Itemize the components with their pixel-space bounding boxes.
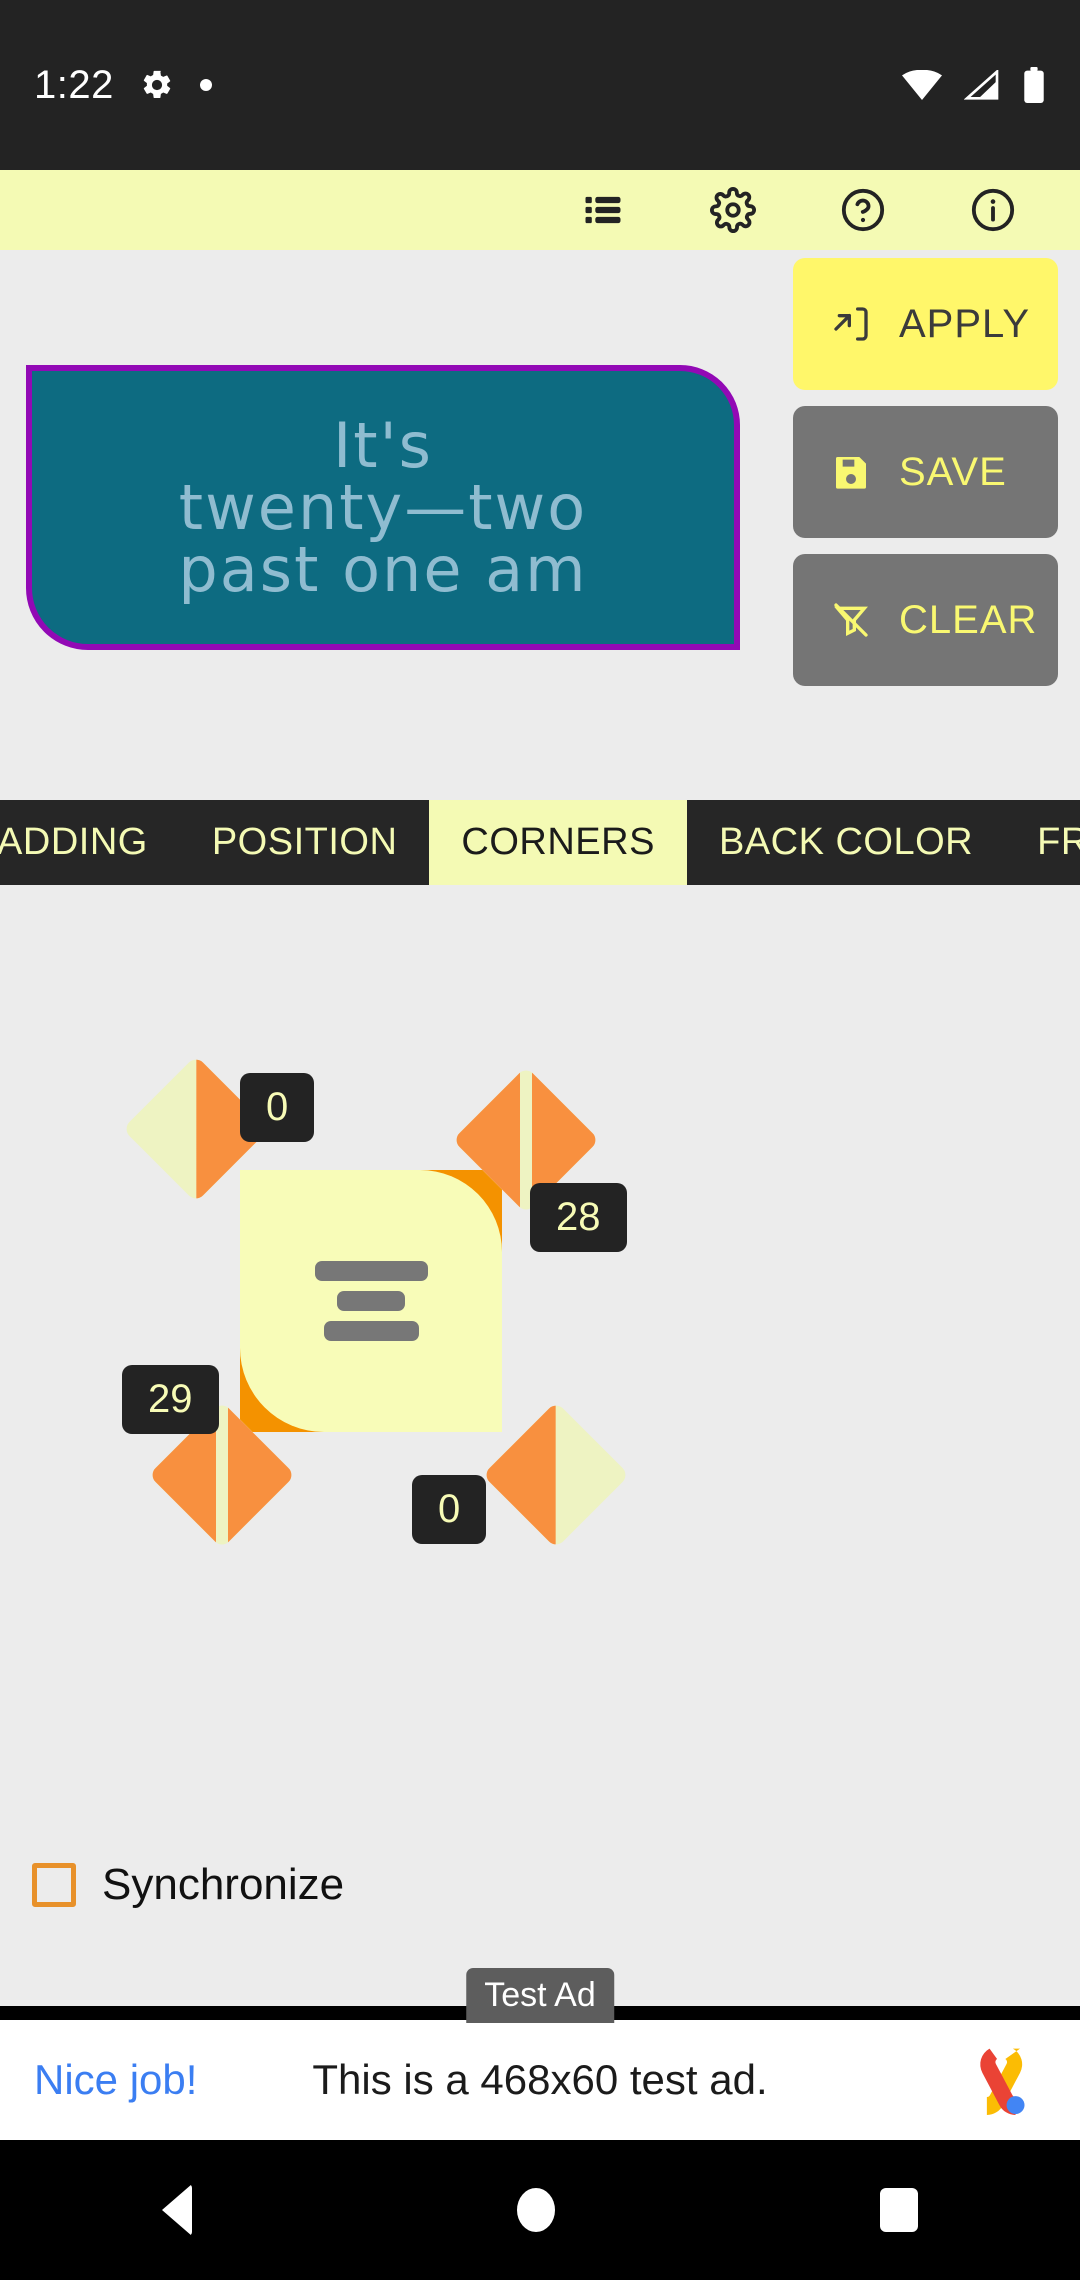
corner-value-top-right[interactable]: 28 <box>530 1183 627 1252</box>
status-bar-clock: 1:22 <box>34 62 114 107</box>
action-button-group: APPLY SAVE CLEAR <box>793 258 1058 686</box>
apply-button-label: APPLY <box>899 301 1030 346</box>
gear-icon[interactable] <box>668 170 798 250</box>
placeholder-line <box>337 1291 405 1311</box>
recents-button[interactable] <box>879 2188 918 2232</box>
help-circle-icon[interactable] <box>798 170 928 250</box>
save-button-label: SAVE <box>899 449 1007 494</box>
cellular-signal-icon <box>964 70 1000 100</box>
synchronize-label: Synchronize <box>102 1860 345 1909</box>
section-tabs[interactable]: PADDING POSITION CORNERS BACK COLOR FRAM… <box>0 800 1080 885</box>
back-button[interactable] <box>162 2184 193 2236</box>
floppy-disk-icon <box>831 452 871 492</box>
corner-value-bottom-left[interactable]: 29 <box>122 1365 219 1434</box>
widget-preview-text: It's twenty—two past one am <box>178 408 588 606</box>
tab-frame[interactable]: FRAME <box>1005 800 1080 885</box>
tab-corners[interactable]: CORNERS <box>429 800 687 885</box>
tab-position[interactable]: POSITION <box>180 800 430 885</box>
status-bar-right <box>902 67 1046 103</box>
corner-value-bottom-right[interactable]: 0 <box>412 1475 487 1544</box>
tab-padding[interactable]: PADDING <box>0 800 180 885</box>
admob-logo-icon <box>960 2037 1046 2123</box>
apply-button[interactable]: APPLY <box>793 258 1058 390</box>
ad-body-text: This is a 468x60 test ad. <box>312 2056 768 2103</box>
corner-handle-bottom-right[interactable] <box>482 1401 630 1549</box>
wifi-icon <box>902 70 942 100</box>
list-icon[interactable] <box>538 170 668 250</box>
corner-value-top-left[interactable]: 0 <box>240 1073 315 1142</box>
gear-icon <box>140 68 174 102</box>
corner-preview-card <box>240 1170 502 1432</box>
dot-indicator <box>199 79 212 91</box>
battery-icon <box>1022 67 1046 103</box>
tab-back-color[interactable]: BACK COLOR <box>687 800 1005 885</box>
synchronize-row[interactable]: Synchronize <box>0 1835 1080 1935</box>
synchronize-checkbox[interactable] <box>32 1863 76 1907</box>
widget-preview[interactable]: It's twenty—two past one am <box>26 365 740 650</box>
status-bar: 1:22 <box>0 0 1080 170</box>
app-toolbar <box>0 170 1080 250</box>
apply-to-widget-icon <box>831 304 871 344</box>
corners-editor: 0 28 29 0 Synchronize <box>0 885 1080 1935</box>
status-bar-left: 1:22 <box>34 63 212 108</box>
placeholder-line <box>323 1321 419 1341</box>
save-button[interactable]: SAVE <box>793 406 1058 538</box>
widget-preview-area: It's twenty—two past one am APPLY SAVE C… <box>0 250 1080 800</box>
info-circle-icon[interactable] <box>928 170 1058 250</box>
placeholder-line <box>314 1261 428 1281</box>
android-navigation-bar[interactable] <box>0 2140 1080 2280</box>
home-button[interactable] <box>516 2188 555 2232</box>
clear-button[interactable]: CLEAR <box>793 554 1058 686</box>
clear-button-label: CLEAR <box>899 597 1038 642</box>
corner-handle-bottom-right-fill <box>482 1401 630 1549</box>
ad-banner-body[interactable]: Test Ad Nice job! This is a 468x60 test … <box>0 1968 1080 2140</box>
ad-test-badge: Test Ad <box>466 1968 614 2023</box>
corner-card-text-placeholder <box>240 1170 502 1432</box>
filter-off-icon <box>831 600 871 640</box>
ad-banner[interactable]: Test Ad Nice job! This is a 468x60 test … <box>0 1968 1080 2140</box>
